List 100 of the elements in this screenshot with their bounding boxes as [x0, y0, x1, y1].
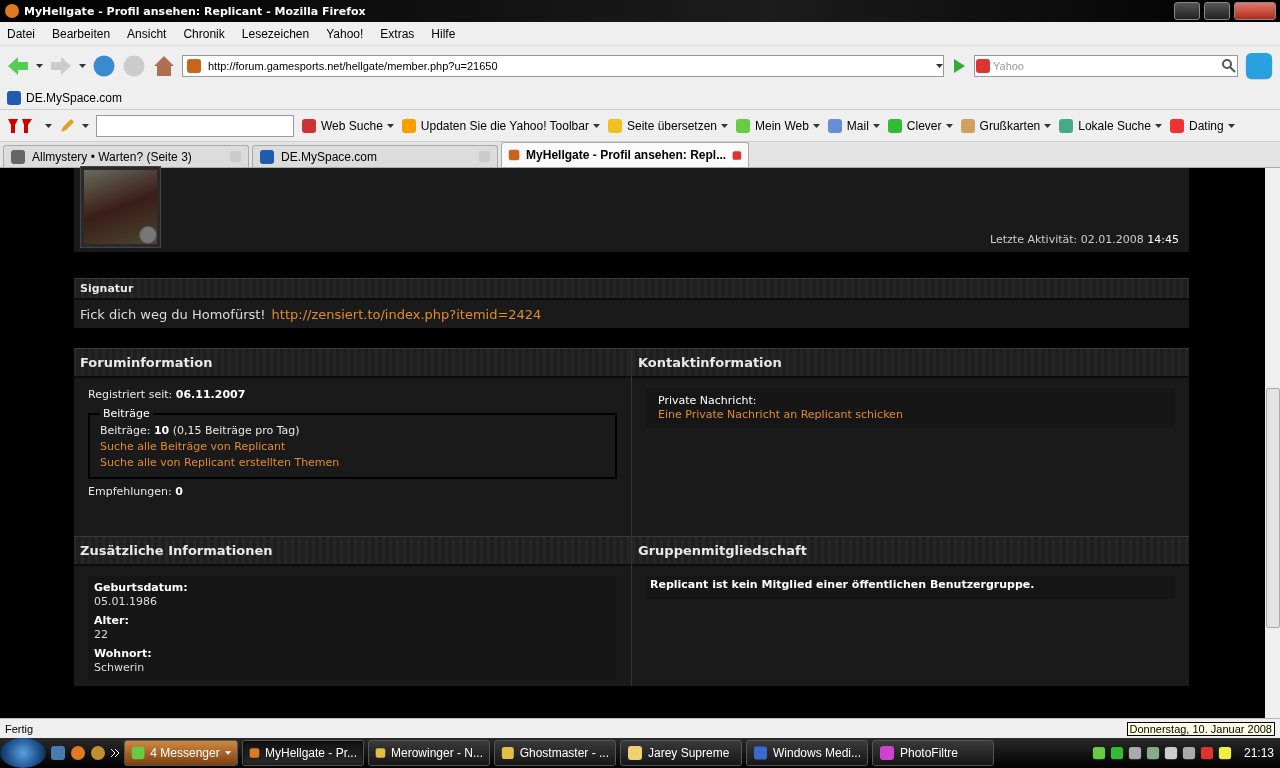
- home-icon[interactable]: [152, 54, 176, 78]
- tray-icon: [1109, 746, 1124, 760]
- caret-icon[interactable]: [721, 123, 729, 128]
- scrollbar[interactable]: [1265, 168, 1280, 718]
- browser-tab[interactable]: MyHellgate - Profil ansehen: Repl...: [501, 142, 749, 167]
- signature-link[interactable]: http://zensiert.to/index.php?itemid=2424: [271, 306, 542, 322]
- tray-icon: [1199, 746, 1214, 760]
- menu-item[interactable]: Ansicht: [127, 26, 167, 41]
- registered-text: Registriert seit: 06.11.2007: [88, 388, 247, 401]
- menu-item[interactable]: Extras: [380, 26, 415, 41]
- toolbar-button[interactable]: Lokale Suche: [1058, 117, 1162, 134]
- window-title: MyHellgate - Profil ansehen: Replicant - Mozilla Firefox: [24, 4, 367, 18]
- search-icon[interactable]: [1221, 58, 1237, 74]
- app-icon: [753, 745, 768, 761]
- toolbar-icon: [301, 117, 317, 134]
- site-icon: [508, 147, 521, 163]
- search-link[interactable]: Suche alle Beiträge von Replicant: [100, 440, 605, 453]
- address-field[interactable]: http://forum.gamesports.net/hellgate/member.php?u=21650: [182, 55, 944, 77]
- site-icon: [186, 58, 202, 74]
- section-header: Gruppenmitgliedschaft: [632, 536, 1189, 566]
- caret-icon[interactable]: [1154, 123, 1162, 128]
- posts-text: Beiträge: 10 (0,15 Beiträge pro Tag): [100, 424, 301, 437]
- app-icon: [249, 745, 260, 761]
- toolbar-icon: [400, 117, 417, 134]
- field-label: Alter:: [94, 614, 130, 627]
- toolbar-icon: [1058, 117, 1075, 134]
- tray-icon: [1127, 746, 1142, 760]
- browser-tab[interactable]: DE.MySpace.com: [252, 145, 498, 167]
- toolbar-search-field[interactable]: [96, 114, 294, 137]
- minimize-button[interactable]: [1174, 2, 1200, 20]
- recommendations-text: Empfehlungen: 0: [88, 485, 184, 498]
- field-label: Geburtsdatum:: [94, 581, 189, 594]
- caret-icon[interactable]: [45, 123, 52, 128]
- toolbar-icon: [886, 117, 903, 134]
- app-icon: [879, 745, 895, 761]
- toolbar-button[interactable]: Web Suche: [301, 117, 394, 134]
- caret-icon[interactable]: [82, 123, 89, 128]
- menu-item[interactable]: Lesezeichen: [241, 26, 310, 41]
- app-icon: [375, 745, 386, 761]
- signature-text: Fick dich weg du Homofürst!: [80, 306, 266, 322]
- caret-icon[interactable]: [936, 64, 943, 68]
- section-header: Foruminformation: [74, 348, 631, 378]
- search-field[interactable]: Yahoo: [974, 55, 1238, 77]
- toolbar-icon: [735, 117, 752, 134]
- caret-icon[interactable]: [592, 123, 600, 128]
- taskbar-button[interactable]: MyHellgate - Pr...: [242, 740, 364, 766]
- message-link[interactable]: Eine Private Nachricht an Replicant schicken: [658, 408, 1163, 421]
- app-icon: [501, 745, 515, 761]
- toolbar-button[interactable]: Dating: [1168, 117, 1235, 134]
- section-header: Zusätzliche Informationen: [74, 536, 631, 566]
- caret-icon[interactable]: [872, 123, 880, 128]
- menu-item[interactable]: Hilfe: [431, 26, 456, 41]
- date-tooltip: Donnerstag, 10. Januar 2008: [1126, 721, 1275, 736]
- field-value: 22: [94, 628, 109, 641]
- toolbar-button[interactable]: Grußkarten: [959, 117, 1052, 134]
- menu-item[interactable]: Bearbeiten: [52, 26, 111, 41]
- field-value: 05.01.1986: [94, 595, 158, 608]
- chevron-icon[interactable]: [110, 748, 120, 758]
- menu-item[interactable]: Chronik: [183, 26, 225, 41]
- app-icon: [627, 745, 643, 761]
- taskbar-button[interactable]: PhotoFiltre: [872, 740, 994, 766]
- toolbar-button[interactable]: Seite übersetzen: [606, 117, 729, 134]
- toolbar-button[interactable]: Mail: [826, 117, 880, 134]
- caret-icon[interactable]: [386, 123, 394, 128]
- caret-icon[interactable]: [79, 64, 86, 68]
- toolbar-button[interactable]: Mein Web: [735, 117, 820, 134]
- toolbar-button[interactable]: Clever: [886, 117, 953, 134]
- caret-icon[interactable]: [1044, 123, 1052, 128]
- toolbar-icon: [959, 117, 976, 134]
- start-button[interactable]: [0, 738, 46, 768]
- clock: 21:13: [1243, 746, 1274, 760]
- contact-label: Private Nachricht:: [658, 394, 758, 407]
- search-link[interactable]: Suche alle von Replicant erstellten Themen: [100, 456, 605, 469]
- caret-icon[interactable]: [1227, 123, 1235, 128]
- taskbar-button[interactable]: Windows Medi...: [746, 740, 868, 766]
- maximize-button[interactable]: [1204, 2, 1230, 20]
- caret-icon[interactable]: [945, 123, 953, 128]
- tray-icon: [1163, 746, 1178, 760]
- bookmark[interactable]: DE.MySpace.com: [6, 89, 123, 106]
- tray-icon: [1145, 746, 1160, 760]
- field-label: Wohnort:: [94, 647, 153, 660]
- toolbar-icon: [826, 117, 843, 134]
- field-value: Schwerin: [94, 661, 146, 674]
- toolbar-button[interactable]: Updaten Sie die Yahoo! Toolbar: [400, 117, 600, 134]
- tray-icon: [1091, 746, 1106, 760]
- site-icon: [10, 148, 26, 165]
- browser-tab[interactable]: Allmystery • Warten? (Seite 3): [3, 145, 249, 167]
- taskbar-button[interactable]: 4 Messenger: [124, 740, 238, 766]
- groups-text: Replicant ist kein Mitglied einer öffentlichen Benutzergruppe.: [650, 578, 1036, 591]
- taskbar-button[interactable]: Ghostmaster - ...: [494, 740, 616, 766]
- caret-icon[interactable]: [36, 64, 43, 68]
- taskbar-button[interactable]: Jarey Supreme: [620, 740, 742, 766]
- toolbar-icon: [606, 117, 623, 134]
- tray-icon: [1217, 746, 1232, 760]
- taskbar-button[interactable]: Merowinger - N...: [368, 740, 490, 766]
- section-header: Kontaktinformation: [632, 348, 1189, 378]
- caret-icon[interactable]: [812, 123, 820, 128]
- menu-item[interactable]: Yahoo!: [326, 26, 364, 41]
- menu-item[interactable]: Datei: [7, 26, 35, 41]
- app-icon: [131, 745, 146, 761]
